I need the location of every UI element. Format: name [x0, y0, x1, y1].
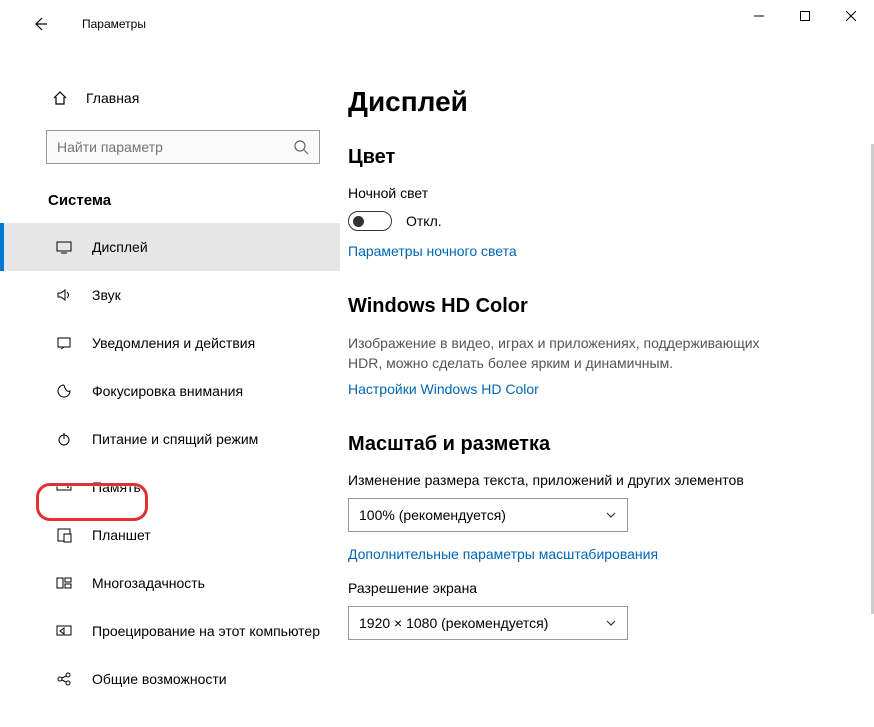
sidebar-item-notifications[interactable]: Уведомления и действия — [0, 319, 340, 367]
search-icon — [293, 139, 309, 155]
sidebar-section-title: Система — [48, 192, 340, 209]
page-title: Дисплей — [348, 86, 844, 118]
sidebar-item-label: Звук — [92, 287, 121, 303]
sidebar-item-label: Фокусировка внимания — [92, 383, 243, 399]
sidebar: Главная Система Дисплей Звук Уведомления… — [0, 48, 340, 727]
scale-dropdown[interactable]: 100% (рекомендуется) — [348, 498, 628, 532]
sidebar-item-projecting[interactable]: Проецирование на этот компьютер — [0, 607, 340, 655]
multitasking-icon — [54, 575, 74, 591]
focus-icon — [54, 383, 74, 399]
sidebar-item-tablet[interactable]: Планшет — [0, 511, 340, 559]
close-button[interactable] — [828, 0, 874, 32]
sidebar-item-label: Питание и спящий режим — [92, 431, 258, 447]
sidebar-item-label: Память — [92, 479, 141, 495]
home-label: Главная — [86, 90, 139, 106]
chevron-down-icon — [605, 617, 617, 629]
sidebar-item-label: Многозадачность — [92, 575, 205, 591]
toggle-state-label: Откл. — [406, 213, 442, 229]
home-button[interactable]: Главная — [0, 78, 340, 118]
hd-settings-link[interactable]: Настройки Windows HD Color — [348, 381, 844, 397]
hd-header: Windows HD Color — [348, 295, 844, 318]
search-box[interactable] — [46, 130, 320, 164]
titlebar: Параметры — [0, 0, 874, 48]
notifications-icon — [54, 335, 74, 351]
sidebar-item-display[interactable]: Дисплей — [0, 223, 340, 271]
maximize-button[interactable] — [782, 0, 828, 32]
maximize-icon — [800, 11, 810, 21]
chevron-down-icon — [605, 509, 617, 521]
app-title: Параметры — [82, 17, 146, 31]
close-icon — [846, 11, 856, 21]
night-light-settings-link[interactable]: Параметры ночного света — [348, 243, 844, 259]
scale-section: Масштаб и разметка Изменение размера тек… — [348, 433, 844, 640]
arrow-left-icon — [31, 15, 49, 33]
sound-icon — [54, 287, 74, 303]
sidebar-item-label: Проецирование на этот компьютер — [92, 623, 320, 639]
display-icon — [54, 239, 74, 255]
scale-label: Изменение размера текста, приложений и д… — [348, 472, 844, 488]
sidebar-item-multitasking[interactable]: Многозадачность — [0, 559, 340, 607]
sidebar-item-label: Уведомления и действия — [92, 335, 255, 351]
sidebar-item-label: Общие возможности — [92, 671, 227, 687]
sidebar-item-label: Планшет — [92, 527, 151, 543]
sidebar-item-shared[interactable]: Общие возможности — [0, 655, 340, 703]
shared-icon — [54, 671, 74, 687]
advanced-scaling-link[interactable]: Дополнительные параметры масштабирования — [348, 546, 844, 562]
minimize-icon — [754, 11, 764, 21]
tablet-icon — [54, 527, 74, 543]
sidebar-item-storage[interactable]: Память — [0, 463, 340, 511]
scale-value: 100% (рекомендуется) — [359, 507, 506, 523]
nav-list: Дисплей Звук Уведомления и действия Фоку… — [0, 223, 340, 703]
scale-header: Масштаб и разметка — [348, 433, 844, 456]
resolution-value: 1920 × 1080 (рекомендуется) — [359, 615, 548, 631]
color-section: Цвет Ночной свет Откл. Параметры ночного… — [348, 146, 844, 259]
storage-icon — [54, 479, 74, 495]
hd-color-section: Windows HD Color Изображение в видео, иг… — [348, 295, 844, 397]
night-light-toggle[interactable] — [348, 211, 392, 231]
sidebar-item-power[interactable]: Питание и спящий режим — [0, 415, 340, 463]
resolution-label: Разрешение экрана — [348, 580, 844, 596]
back-button[interactable] — [20, 4, 60, 44]
minimize-button[interactable] — [736, 0, 782, 32]
sidebar-item-label: Дисплей — [92, 239, 148, 255]
power-icon — [54, 431, 74, 447]
color-header: Цвет — [348, 146, 844, 169]
home-icon — [50, 90, 70, 106]
resolution-dropdown[interactable]: 1920 × 1080 (рекомендуется) — [348, 606, 628, 640]
hd-description: Изображение в видео, играх и приложениях… — [348, 334, 768, 373]
search-input[interactable] — [57, 139, 293, 155]
content-area: Дисплей Цвет Ночной свет Откл. Параметры… — [340, 48, 874, 727]
projecting-icon — [54, 623, 74, 639]
sidebar-item-focus[interactable]: Фокусировка внимания — [0, 367, 340, 415]
toggle-knob — [353, 216, 364, 227]
night-light-label: Ночной свет — [348, 185, 844, 201]
sidebar-item-sound[interactable]: Звук — [0, 271, 340, 319]
window-controls — [736, 0, 874, 32]
